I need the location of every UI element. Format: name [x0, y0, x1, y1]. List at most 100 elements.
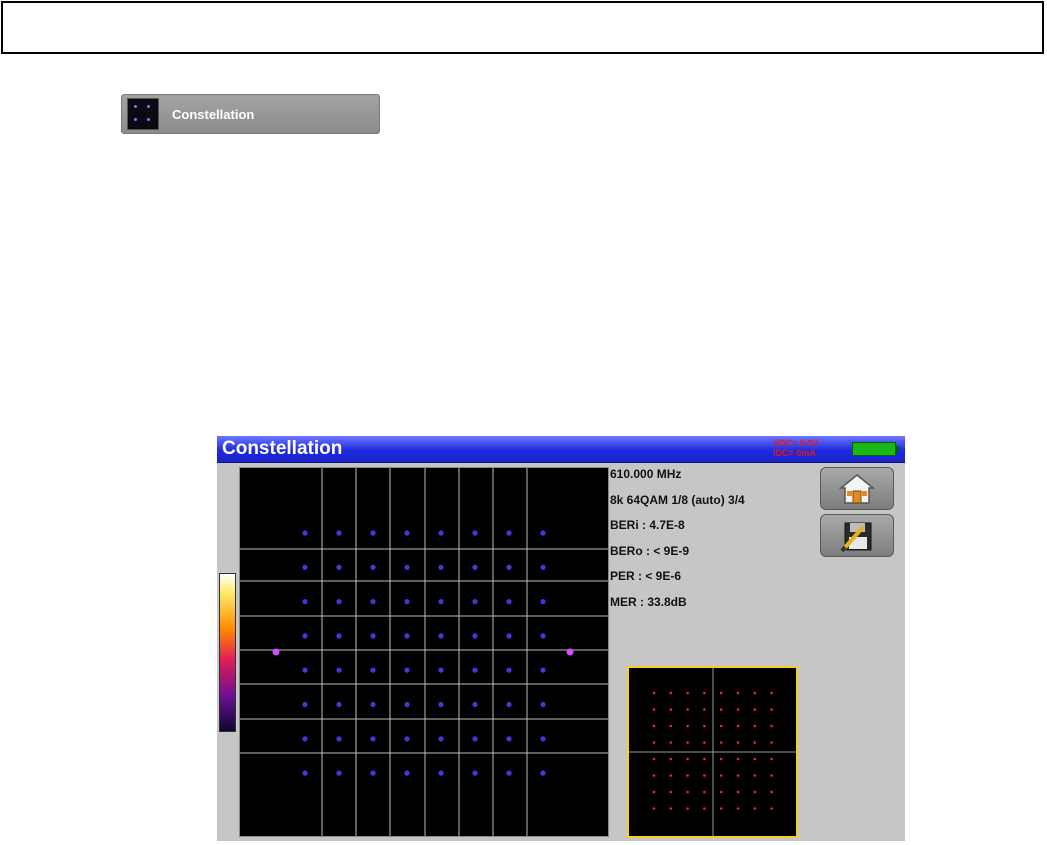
menu-item-constellation[interactable]: Constellation — [121, 94, 380, 134]
constellation-point — [370, 770, 376, 776]
constellation-point — [336, 770, 342, 776]
constellation-point — [438, 633, 444, 639]
constellation-point — [438, 599, 444, 605]
constellation-point — [506, 599, 512, 605]
frequency-value: 610.000 MHz — [610, 467, 682, 481]
constellation-point — [540, 633, 546, 639]
constellation-point — [302, 599, 308, 605]
reference-point — [736, 757, 740, 761]
constellation-point — [438, 564, 444, 570]
constellation-point — [336, 701, 342, 708]
constellation-point — [336, 564, 342, 570]
constellation-point — [302, 530, 308, 536]
reference-point — [686, 807, 689, 810]
reference-point — [719, 790, 723, 794]
measurement-info: 610.000 MHz 8k 64QAM 1/8 (auto) 3/4 BERi… — [610, 465, 745, 619]
reference-point — [686, 741, 689, 744]
reference-point — [719, 708, 723, 711]
reference-point — [719, 807, 723, 810]
constellation-point — [540, 667, 546, 673]
reference-point — [770, 741, 773, 744]
reference-point — [669, 741, 673, 744]
reference-point — [652, 790, 656, 794]
reference-point — [770, 691, 773, 695]
constellation-plot-svg — [240, 468, 608, 836]
constellation-point — [370, 736, 376, 742]
reference-point — [669, 708, 673, 711]
constellation-point — [472, 564, 478, 570]
save-edit-button[interactable] — [820, 514, 894, 557]
constellation-point — [302, 770, 308, 776]
constellation-point — [370, 530, 376, 536]
home-button[interactable] — [820, 467, 894, 510]
intensity-color-scale — [219, 573, 236, 732]
constellation-point — [506, 564, 512, 570]
constellation-point — [404, 633, 410, 639]
menu-item-label: Constellation — [172, 106, 255, 122]
constellation-point — [336, 633, 342, 639]
reference-point — [669, 691, 673, 695]
reference-point — [736, 790, 740, 794]
reference-point — [736, 807, 740, 810]
screen-title: Constellation — [222, 438, 343, 459]
constellation-point — [472, 736, 478, 742]
constellation-point — [540, 599, 546, 605]
reference-point — [703, 757, 706, 761]
reference-point — [719, 691, 723, 695]
reference-point — [686, 724, 689, 728]
reference-point — [753, 807, 757, 810]
constellation-point — [336, 667, 342, 673]
constellation-point — [302, 701, 308, 708]
reference-point — [753, 741, 757, 744]
constellation-point — [336, 599, 342, 605]
reference-constellation — [627, 666, 798, 838]
constellation-point — [336, 530, 342, 536]
reference-point — [770, 774, 773, 777]
reference-point — [770, 724, 773, 728]
reference-point — [652, 724, 656, 728]
constellation-point — [540, 736, 546, 742]
constellation-point — [302, 667, 308, 673]
battery-icon — [852, 442, 899, 456]
reference-point — [753, 708, 757, 711]
reference-point — [753, 757, 757, 761]
reference-point — [736, 691, 740, 695]
reference-point — [703, 774, 706, 777]
beri-value: BERi : 4.7E-8 — [610, 518, 685, 533]
reference-point — [652, 757, 656, 761]
bero-value: BERo : < 9E-9 — [610, 543, 690, 558]
reference-point — [770, 708, 773, 711]
reference-point — [669, 724, 673, 728]
constellation-point — [472, 701, 478, 708]
constellation-point — [506, 633, 512, 639]
constellation-point — [472, 667, 478, 673]
reference-point — [753, 774, 757, 777]
reference-point — [753, 691, 757, 695]
vdc-readout: VDC= 0.0V — [773, 438, 819, 448]
reference-point — [736, 741, 740, 744]
reference-point — [669, 807, 673, 810]
constellation-point — [540, 564, 546, 570]
reference-point — [686, 691, 689, 695]
reference-point — [719, 774, 723, 777]
constellation-point — [506, 701, 512, 708]
constellation-point — [540, 530, 546, 536]
reference-point — [669, 757, 673, 761]
constellation-point — [438, 701, 444, 708]
reference-point — [703, 790, 706, 794]
reference-point — [652, 741, 656, 744]
constellation-point — [404, 736, 410, 742]
constellation-point — [472, 599, 478, 605]
reference-point — [669, 790, 673, 794]
constellation-point — [438, 736, 444, 742]
constellation-point — [472, 770, 478, 776]
save-edit-icon — [840, 522, 872, 553]
reference-point — [703, 691, 706, 695]
modulation-value: 8k 64QAM 1/8 (auto) 3/4 — [610, 492, 745, 507]
constellation-point — [370, 633, 376, 639]
reference-point — [736, 774, 740, 777]
reference-point — [770, 757, 773, 761]
constellation-point — [438, 667, 444, 673]
constellation-point — [302, 633, 308, 639]
constellation-point — [370, 564, 376, 570]
